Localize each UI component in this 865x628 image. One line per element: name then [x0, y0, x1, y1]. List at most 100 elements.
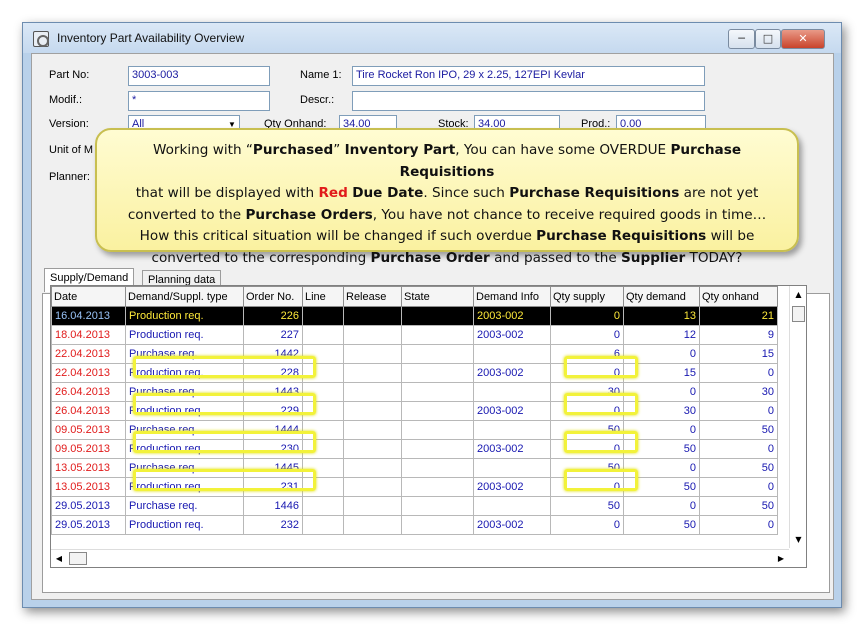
table-cell[interactable] — [343, 306, 402, 326]
table-cell[interactable]: 13.05.2013 — [51, 458, 126, 478]
table-cell[interactable]: 09.05.2013 — [51, 420, 126, 440]
col-qty-demand-header[interactable]: Qty demand — [623, 286, 700, 307]
table-cell[interactable] — [343, 496, 402, 516]
table-cell[interactable]: 0 — [699, 515, 778, 535]
table-cell[interactable]: Production req. — [125, 306, 244, 326]
scroll-left-icon[interactable]: ◀ — [51, 550, 67, 568]
part-no-field[interactable]: 3003-003 — [128, 66, 270, 86]
table-cell[interactable] — [343, 515, 402, 535]
table-row[interactable]: 29.05.2013 Purchase req. 1446 50 0 50 — [51, 496, 778, 516]
table-cell[interactable]: 0 — [550, 306, 624, 326]
table-cell[interactable] — [473, 344, 551, 364]
table-cell[interactable]: 26.04.2013 — [51, 382, 126, 402]
col-qty-supply-header[interactable]: Qty supply — [550, 286, 624, 307]
table-cell[interactable]: 50 — [623, 515, 700, 535]
table-cell[interactable]: 227 — [243, 325, 303, 345]
col-state-header[interactable]: State — [401, 286, 474, 307]
table-cell[interactable]: 0 — [699, 401, 778, 421]
horizontal-scroll-thumb[interactable] — [69, 552, 87, 565]
table-cell[interactable] — [401, 439, 474, 459]
table-cell[interactable]: Production req. — [125, 325, 244, 345]
table-cell[interactable] — [401, 458, 474, 478]
table-cell[interactable] — [401, 325, 474, 345]
table-row[interactable]: 29.05.2013 Production req. 232 2003-002 0 50 0 — [51, 515, 778, 535]
table-cell[interactable]: 226 — [243, 306, 303, 326]
table-cell[interactable]: 2003-002 — [473, 363, 551, 383]
table-cell[interactable] — [302, 496, 344, 516]
col-type-header[interactable]: Demand/Suppl. type — [125, 286, 244, 307]
title-bar[interactable]: Inventory Part Availability Overview ─ □… — [23, 23, 841, 53]
vertical-scroll-thumb[interactable] — [792, 306, 805, 322]
table-cell[interactable]: 09.05.2013 — [51, 439, 126, 459]
col-demand-info-header[interactable]: Demand Info — [473, 286, 551, 307]
table-cell[interactable] — [302, 515, 344, 535]
table-cell[interactable]: 9 — [699, 325, 778, 345]
maximize-button[interactable]: □ — [755, 29, 781, 49]
table-cell[interactable]: 2003-002 — [473, 306, 551, 326]
table-cell[interactable] — [473, 420, 551, 440]
table-cell[interactable] — [473, 382, 551, 402]
table-cell[interactable] — [343, 458, 402, 478]
col-line-header[interactable]: Line — [302, 286, 344, 307]
table-cell[interactable]: 21 — [699, 306, 778, 326]
table-cell[interactable] — [343, 344, 402, 364]
table-cell[interactable]: 18.04.2013 — [51, 325, 126, 345]
table-cell[interactable] — [343, 382, 402, 402]
table-cell[interactable] — [401, 515, 474, 535]
table-cell[interactable]: 29.05.2013 — [51, 515, 126, 535]
table-cell[interactable] — [473, 496, 551, 516]
horizontal-scrollbar[interactable]: ◀ ▶ — [51, 549, 789, 567]
table-cell[interactable] — [401, 496, 474, 516]
table-cell[interactable]: 26.04.2013 — [51, 401, 126, 421]
table-cell[interactable]: 50 — [699, 458, 778, 478]
descr-field[interactable] — [352, 91, 705, 111]
table-cell[interactable]: 2003-002 — [473, 325, 551, 345]
modif-field[interactable]: * — [128, 91, 270, 111]
table-cell[interactable]: Production req. — [125, 515, 244, 535]
table-cell[interactable]: 22.04.2013 — [51, 344, 126, 364]
table-cell[interactable] — [343, 439, 402, 459]
table-row[interactable]: 16.04.2013 Production req. 226 2003-002 0 13 2… — [51, 306, 778, 326]
table-cell[interactable]: 0 — [623, 496, 700, 516]
table-cell[interactable] — [343, 325, 402, 345]
col-qty-onhand-header[interactable]: Qty onhand — [699, 286, 778, 307]
table-cell[interactable]: 0 — [550, 515, 624, 535]
table-cell[interactable]: 2003-002 — [473, 401, 551, 421]
table-cell[interactable]: 50 — [550, 496, 624, 516]
table-cell[interactable]: 0 — [699, 477, 778, 497]
table-cell[interactable]: 232 — [243, 515, 303, 535]
table-cell[interactable] — [343, 420, 402, 440]
table-cell[interactable] — [401, 477, 474, 497]
table-cell[interactable] — [473, 458, 551, 478]
vertical-scrollbar[interactable]: ▲ ▼ — [789, 286, 806, 548]
table-cell[interactable] — [343, 477, 402, 497]
table-cell[interactable]: 2003-002 — [473, 439, 551, 459]
table-cell[interactable] — [343, 363, 402, 383]
table-cell[interactable]: 29.05.2013 — [51, 496, 126, 516]
table-cell[interactable] — [401, 344, 474, 364]
table-cell[interactable] — [401, 363, 474, 383]
table-cell[interactable]: 13 — [623, 306, 700, 326]
table-row[interactable]: 18.04.2013 Production req. 227 2003-002 0 12 9 — [51, 325, 778, 345]
table-cell[interactable] — [302, 325, 344, 345]
table-cell[interactable]: 15 — [699, 344, 778, 364]
scroll-down-icon[interactable]: ▼ — [790, 531, 807, 548]
table-cell[interactable] — [302, 306, 344, 326]
table-cell[interactable] — [401, 382, 474, 402]
scroll-right-icon[interactable]: ▶ — [773, 550, 789, 568]
table-cell[interactable]: Purchase req. — [125, 496, 244, 516]
col-release-header[interactable]: Release — [343, 286, 402, 307]
table-cell[interactable]: 0 — [699, 363, 778, 383]
col-date-header[interactable]: Date — [51, 286, 126, 307]
table-cell[interactable]: 2003-002 — [473, 477, 551, 497]
table-cell[interactable]: 22.04.2013 — [51, 363, 126, 383]
table-cell[interactable]: 13.05.2013 — [51, 477, 126, 497]
table-cell[interactable]: 50 — [699, 496, 778, 516]
table-cell[interactable]: 16.04.2013 — [51, 306, 126, 326]
table-cell[interactable] — [401, 401, 474, 421]
name1-field[interactable]: Tire Rocket Ron IPO, 29 x 2.25, 127EPI K… — [352, 66, 705, 86]
table-cell[interactable] — [401, 420, 474, 440]
table-cell[interactable] — [401, 306, 474, 326]
table-cell[interactable]: 50 — [699, 420, 778, 440]
table-cell[interactable]: 0 — [550, 325, 624, 345]
